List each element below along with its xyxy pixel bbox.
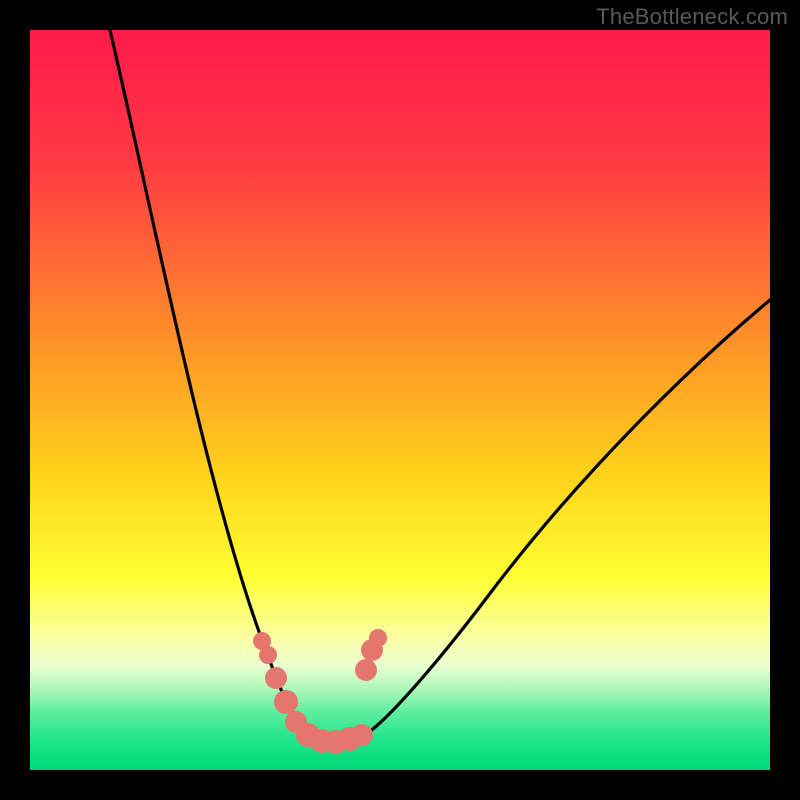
valley-marker [265,667,287,689]
bottleneck-curves [110,30,770,742]
curve-right-curve [368,300,770,733]
valley-marker [369,629,387,647]
valley-marker [355,659,377,681]
curve-left-curve [110,30,302,730]
valley-markers [253,629,387,754]
curve-layer [30,30,770,770]
valley-marker [259,646,277,664]
valley-marker [351,724,373,746]
plot-area [30,30,770,770]
valley-marker [274,690,298,714]
chart-frame: TheBottleneck.com [0,0,800,800]
watermark-text: TheBottleneck.com [596,4,788,30]
